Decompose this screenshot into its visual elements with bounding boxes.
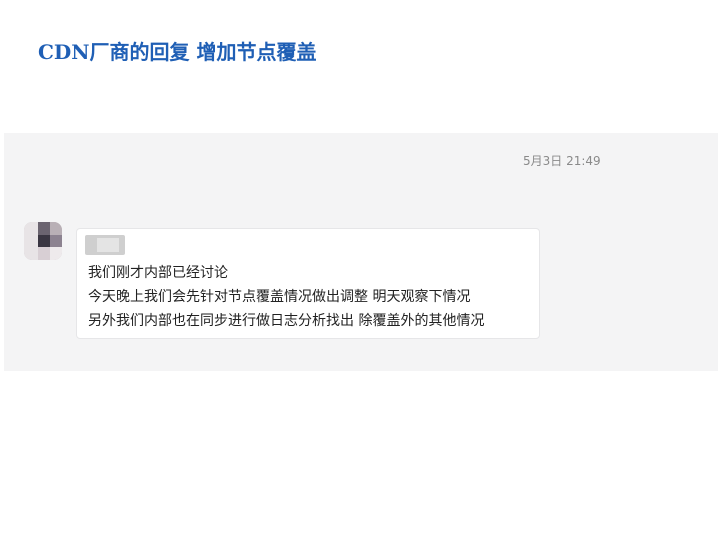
chat-panel: 5月3日 21:49 我们刚才内部已经讨论 今天晚上我们会先针对节点覆盖情况做出…: [4, 133, 718, 371]
message-line: 今天晚上我们会先针对节点覆盖情况做出调整 明天观察下情况: [88, 289, 471, 305]
message-timestamp: 5月3日 21:49: [523, 154, 601, 168]
slide-title: CDN厂商的回复 增加节点覆盖: [38, 40, 317, 64]
message-line: 另外我们内部也在同步进行做日志分析找出 除覆盖外的其他情况: [88, 313, 485, 329]
message-line: 我们刚才内部已经讨论: [88, 265, 228, 281]
sender-avatar[interactable]: [24, 222, 62, 260]
message-bubble: 我们刚才内部已经讨论 今天晚上我们会先针对节点覆盖情况做出调整 明天观察下情况 …: [76, 228, 540, 339]
sender-name-redacted: [85, 235, 125, 255]
